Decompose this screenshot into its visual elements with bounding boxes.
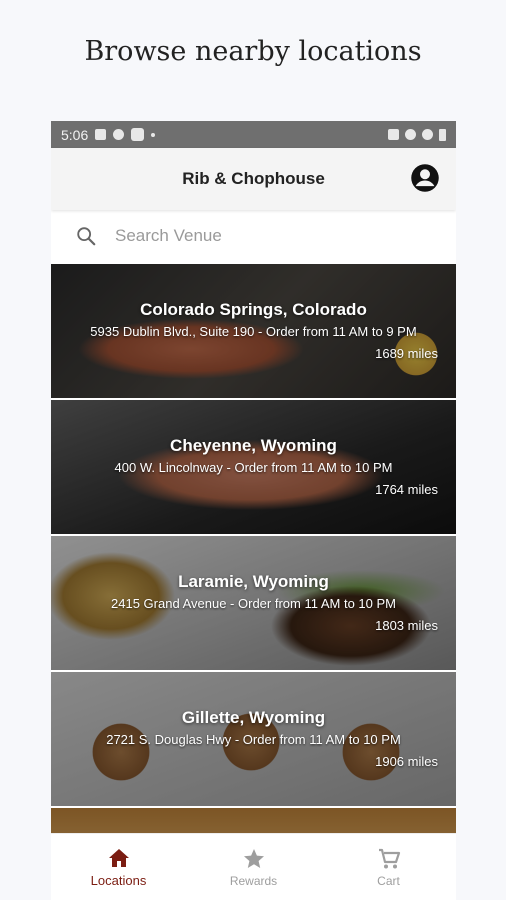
blocked-icon <box>422 129 433 140</box>
search-icon <box>77 227 96 246</box>
location-distance: 1906 miles <box>375 754 438 769</box>
cart-icon <box>378 848 400 868</box>
star-icon <box>243 848 264 868</box>
nav-cart-label: Cart <box>377 873 400 888</box>
headline: Browse nearby locations <box>84 36 422 67</box>
location-card[interactable]: Laramie, Wyoming 2415 Grand Avenue - Ord… <box>51 536 456 670</box>
location-card[interactable]: Cheyenne, Wyoming 400 W. Lincolnway - Or… <box>51 400 456 534</box>
wifi-icon <box>405 129 416 140</box>
status-time: 5:06 <box>61 126 89 143</box>
phone-screen: 5:06 Rib & Chophouse Search Venue Colora… <box>51 121 456 900</box>
app-bar: Rib & Chophouse <box>51 148 456 210</box>
nav-cart[interactable]: Cart <box>321 834 456 900</box>
location-card[interactable]: Colorado Springs, Colorado 5935 Dublin B… <box>51 264 456 398</box>
location-details: 400 W. Lincolnway - Order from 11 AM to … <box>114 460 393 475</box>
location-list: Colorado Springs, Colorado 5935 Dublin B… <box>51 264 456 850</box>
do-not-disturb-icon <box>113 129 125 140</box>
app-title: Rib & Chophouse <box>182 169 325 188</box>
gallery-icon <box>95 129 107 140</box>
nav-locations[interactable]: Locations <box>51 834 186 900</box>
location-distance: 1803 miles <box>375 618 438 633</box>
location-card[interactable]: Gillette, Wyoming 2721 S. Douglas Hwy - … <box>51 672 456 806</box>
location-details: 2721 S. Douglas Hwy - Order from 11 AM t… <box>106 732 401 747</box>
mute-icon <box>388 129 399 140</box>
location-city: Colorado Springs, Colorado <box>140 300 367 319</box>
location-details: 2415 Grand Avenue - Order from 11 AM to … <box>111 596 396 611</box>
notification-icon <box>131 128 145 141</box>
bottom-nav: Locations Rewards Cart <box>51 833 456 900</box>
status-bar: 5:06 <box>51 121 456 148</box>
location-city: Cheyenne, Wyoming <box>170 436 337 455</box>
search-bar <box>51 210 456 262</box>
search-input[interactable] <box>113 225 397 247</box>
nav-rewards[interactable]: Rewards <box>186 834 321 900</box>
location-city: Laramie, Wyoming <box>178 572 329 591</box>
location-city: Gillette, Wyoming <box>181 708 326 727</box>
nav-locations-label: Locations <box>90 873 147 888</box>
account-icon[interactable] <box>410 163 440 193</box>
more-notifications-icon <box>151 132 156 137</box>
home-icon <box>108 849 129 867</box>
battery-icon <box>439 128 446 141</box>
location-distance: 1689 miles <box>375 346 438 361</box>
location-distance: 1764 miles <box>375 482 438 497</box>
nav-rewards-label: Rewards <box>229 873 278 888</box>
location-details: 5935 Dublin Blvd., Suite 190 - Order fro… <box>90 324 417 339</box>
